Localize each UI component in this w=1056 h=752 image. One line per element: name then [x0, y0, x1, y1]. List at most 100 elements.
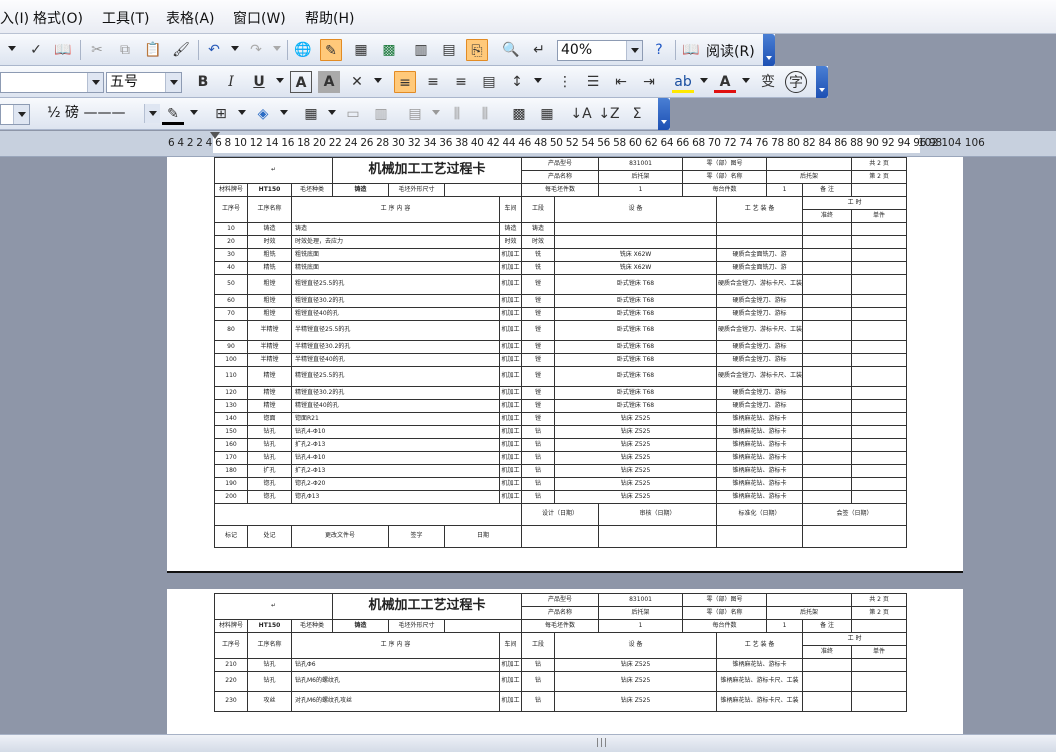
hyperlink-icon[interactable]: 🌐	[292, 39, 314, 61]
borders-dropdown-icon[interactable]	[238, 110, 246, 115]
menu-table[interactable]: 表格(A)	[166, 8, 215, 28]
align-cell-icon[interactable]: ▤	[404, 103, 426, 125]
toolbar-options-icon[interactable]	[763, 34, 775, 66]
copy-icon[interactable]: ⧉	[114, 39, 136, 61]
font-size-select[interactable]: 五号	[106, 72, 182, 93]
highlight-dropdown-icon[interactable]	[700, 78, 708, 83]
align-center-icon[interactable]: ≡	[422, 71, 444, 93]
font-name-select[interactable]	[0, 72, 104, 93]
step-tooling: 硬质合金镗刀、游标卡尺、工装	[716, 320, 804, 341]
font-name-dropdown-icon[interactable]	[87, 73, 103, 92]
zoom-select[interactable]: 40%	[557, 40, 643, 61]
shading-dropdown-icon[interactable]	[280, 110, 288, 115]
part-drawing	[766, 157, 853, 171]
line-weight-dropdown-icon[interactable]	[144, 104, 160, 123]
split-cells-icon[interactable]: ▥	[370, 103, 392, 125]
line-weight-select[interactable]: ½ 磅 ———	[44, 104, 160, 125]
menu-format[interactable]: 格式(O)	[33, 8, 83, 28]
borders-icon[interactable]: ⊞	[210, 103, 232, 125]
drawing-icon[interactable]: ▤	[438, 39, 460, 61]
font-size-dropdown-icon[interactable]	[165, 73, 181, 92]
menu-help[interactable]: 帮助(H)	[305, 8, 354, 28]
font-color-icon[interactable]: A	[714, 71, 736, 93]
columns-icon[interactable]: ▥	[410, 39, 432, 61]
decrease-indent-icon[interactable]: ⇤	[610, 71, 632, 93]
char-scale-dropdown-icon[interactable]	[374, 78, 382, 83]
insert-table-icon[interactable]: ▦	[350, 39, 372, 61]
menu-window[interactable]: 窗口(W)	[233, 8, 286, 28]
sort-ascending-icon[interactable]: ↓A	[570, 103, 592, 125]
phonetic-guide-icon[interactable]: 变	[757, 71, 779, 93]
table-insert-icon[interactable]: ▦	[300, 103, 322, 125]
toolbar-options-icon[interactable]	[658, 98, 670, 130]
underline-icon[interactable]: U	[248, 71, 270, 93]
char-scale-icon[interactable]: ✕	[346, 71, 368, 93]
increase-indent-icon[interactable]: ⇥	[638, 71, 660, 93]
underline-dropdown-icon[interactable]	[276, 78, 284, 83]
bullets-icon[interactable]: ☰	[582, 71, 604, 93]
step-unit-time	[851, 477, 908, 491]
redo-dropdown-icon[interactable]	[273, 46, 281, 51]
step-prep-time	[802, 464, 853, 478]
border-color-dropdown-icon[interactable]	[190, 110, 198, 115]
table-autoformat-icon[interactable]: ▩	[508, 103, 530, 125]
step-prep-time	[802, 320, 853, 341]
numbering-icon[interactable]: ⋮	[554, 71, 576, 93]
enclose-char-icon[interactable]: 字	[785, 71, 807, 93]
menu-tools[interactable]: 工具(T)	[102, 8, 149, 28]
read-button[interactable]: 阅读(R)	[706, 41, 755, 61]
line-spacing-dropdown-icon[interactable]	[534, 78, 542, 83]
format-painter-icon[interactable]: 🖌	[170, 39, 192, 61]
menu-insert[interactable]: 入(I)	[0, 8, 29, 28]
help-icon[interactable]: ?	[648, 39, 670, 61]
highlight-icon[interactable]: ab	[672, 71, 694, 93]
dropdown-arrow-icon[interactable]	[8, 46, 16, 51]
insert-excel-icon[interactable]: ▩	[378, 39, 400, 61]
spelling-icon[interactable]: ✓	[25, 39, 47, 61]
char-shading-icon[interactable]: A	[318, 71, 340, 93]
undo-icon[interactable]: ↶	[203, 39, 225, 61]
scroll-grip-icon[interactable]: |||	[596, 738, 608, 748]
auto-fit-icon[interactable]: ▦	[536, 103, 558, 125]
paste-icon[interactable]: 📋	[142, 39, 164, 61]
zoom-dropdown-icon[interactable]	[626, 41, 642, 60]
separator	[80, 40, 81, 60]
line-style-dropdown-icon[interactable]	[13, 105, 29, 124]
distribute-rows-icon[interactable]: ⫼	[446, 103, 468, 125]
paragraph-mark-icon[interactable]: ↵	[528, 39, 550, 61]
char-border-icon[interactable]: A	[290, 71, 312, 93]
tables-borders-icon[interactable]: ✎	[320, 39, 342, 61]
toolbar-options-icon[interactable]	[816, 66, 828, 98]
research-icon[interactable]: 📖	[52, 39, 74, 61]
per-machine: 1	[766, 619, 804, 633]
merge-cells-icon[interactable]: ▭	[342, 103, 364, 125]
font-color-dropdown-icon[interactable]	[742, 78, 750, 83]
cut-icon[interactable]: ✂	[86, 39, 108, 61]
border-color-icon[interactable]: ✎	[162, 103, 184, 125]
horizontal-scrollbar[interactable]: |||	[0, 734, 1056, 752]
line-spacing-icon[interactable]: ↕	[506, 71, 528, 93]
redo-icon[interactable]: ↷	[245, 39, 267, 61]
table-insert-dropdown-icon[interactable]	[328, 110, 336, 115]
distribute-cols-icon[interactable]: ⫼	[474, 103, 496, 125]
notes	[851, 183, 908, 197]
undo-dropdown-icon[interactable]	[231, 46, 239, 51]
distributed-icon[interactable]: ▤	[478, 71, 500, 93]
bold-icon[interactable]: B	[192, 71, 214, 93]
show-hide-icon[interactable]: 🔍	[500, 39, 522, 61]
align-justify-icon[interactable]: ≡	[394, 71, 416, 93]
align-right-icon[interactable]: ≡	[450, 71, 472, 93]
line-style-select[interactable]	[0, 104, 30, 125]
align-cell-dropdown-icon[interactable]	[432, 110, 440, 115]
read-icon[interactable]: 📖	[680, 39, 702, 61]
document-map-icon[interactable]: ⎘	[466, 39, 488, 61]
sort-descending-icon[interactable]: ↓Z	[598, 103, 620, 125]
horizontal-ruler[interactable]: 6 4 2 2 4 6 8 10 12 14 16 18 20 22 24 26…	[0, 131, 1056, 157]
step-prep-time	[802, 658, 853, 672]
autosum-icon[interactable]: Σ	[626, 103, 648, 125]
italic-icon[interactable]: I	[220, 71, 242, 93]
step-section: 镗	[521, 353, 556, 367]
shading-color-icon[interactable]: ◈	[252, 103, 274, 125]
step-section: 钻	[521, 490, 556, 504]
document-area[interactable]: ↵ 机械加工工艺过程卡 产品型号 831001 零（部）图号 共 2 页 产品名…	[0, 157, 1056, 734]
